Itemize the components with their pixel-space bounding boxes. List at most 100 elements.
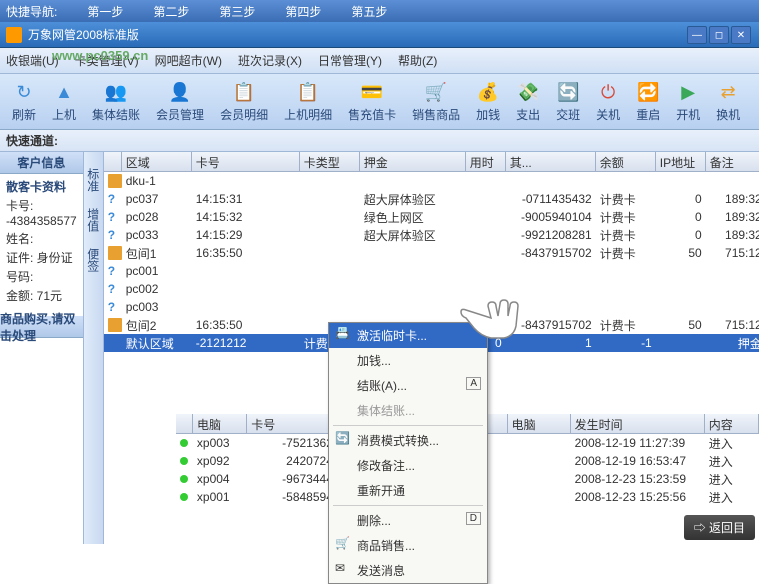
toolbar-icon: 📋 [232,80,256,104]
folder-icon [108,174,122,188]
grid-col-header[interactable]: 押金 [360,152,466,171]
menu-shift[interactable]: 班次记录(X) [238,52,302,69]
toolbar-刷新[interactable]: ↻刷新 [4,78,44,125]
status-dot-icon [180,439,188,447]
folder-icon [108,246,122,260]
close-button[interactable]: ✕ [731,26,751,44]
folder-icon [108,318,122,332]
quick-label: 快速通道: [6,132,58,149]
customer-info-header: 客户信息 [0,152,83,174]
bottom-col-header[interactable]: 卡号 [247,414,337,433]
menu-separator [333,425,483,426]
grid-col-header[interactable] [104,152,122,171]
menu-help[interactable]: 帮助(Z) [398,52,437,69]
menu-item[interactable]: ✉发送消息 [329,558,487,583]
menu-card[interactable]: 卡类管理(V) [75,52,139,69]
menu-item[interactable]: 🛒商品销售... [329,533,487,558]
nav-step-5[interactable]: 第五步 [351,3,387,20]
menu-daily[interactable]: 日常管理(Y) [318,52,382,69]
nav-step-1[interactable]: 第一步 [87,3,123,20]
menu-label: 结账(A)... [357,379,407,393]
toolbar-会员明细[interactable]: 📋 会员明细 [212,78,276,125]
menu-icon: ✉ [335,561,351,577]
grid-row[interactable]: dku-1 [104,172,759,190]
menu-label: 删除... [357,514,391,528]
card-field: 卡号: -4384358577 [6,197,77,228]
toolbar-支出[interactable]: 💸支出 [508,78,548,125]
toolbar-换机[interactable]: ⇄换机 [708,78,748,125]
toolbar-icon: 💰 [476,80,500,104]
toolbar-上机[interactable]: ▲ 上机 [44,78,84,125]
nav-step-3[interactable]: 第三步 [219,3,255,20]
quick-channel-bar: 快速通道: [0,130,759,152]
card-info-title: 散客卡资料 [6,178,77,195]
toolbar-会员管理[interactable]: 👤会员管理 [148,78,212,125]
menu-icon: 📇 [335,326,351,342]
menu-item[interactable]: 删除...D [329,508,487,533]
toolbar-label: 上机 [52,106,76,123]
grid-row[interactable]: ?pc001 [104,262,759,280]
grid-body[interactable]: dku-1?pc03714:15:31超大屏体验区-0711435432计费卡0… [104,172,759,334]
grid-header: 区域卡号卡类型押金用时其...余额IP地址备注 [104,152,759,172]
tab-note[interactable]: 便签 [83,240,104,280]
grid-col-header[interactable]: 备注 [706,152,759,171]
grid-col-header[interactable]: IP地址 [656,152,706,171]
context-menu[interactable]: 📇激活临时卡...加钱...结账(A)...A集体结账... 🔄消费模式转换...… [328,322,488,584]
toolbar-label: 重启 [636,106,660,123]
toolbar-label: 会员明细 [220,106,268,123]
toolbar-售充值卡[interactable]: 💳售充值卡 [340,78,404,125]
grid-col-header[interactable]: 其... [506,152,596,171]
grid-row[interactable]: 包间116:35:50-8437915702计费卡50715:12 [104,244,759,262]
bottom-col-header[interactable] [176,414,193,433]
menu-cashier[interactable]: 收银端(U) [6,52,59,69]
toolbar-上机明细[interactable]: 📋上机明细 [276,78,340,125]
toolbar-label: 售充值卡 [348,106,396,123]
grid-col-header[interactable]: 余额 [596,152,656,171]
bottom-col-header[interactable]: 电脑 [193,414,247,433]
menu-item[interactable]: 重新开通 [329,478,487,503]
grid-col-header[interactable]: 区域 [122,152,192,171]
grid-row[interactable]: ?pc03314:15:29超大屏体验区-9921208281计费卡0189:3… [104,226,759,244]
toolbar-关机[interactable]: ⏻关机 [588,78,628,125]
toolbar-交班[interactable]: 🔄交班 [548,78,588,125]
toolbar-icon: 📋 [296,80,320,104]
toolbar-label: 会员管理 [156,106,204,123]
grid-col-header[interactable]: 用时 [466,152,506,171]
grid-col-header[interactable]: 卡类型 [300,152,360,171]
nav-step-2[interactable]: 第二步 [153,3,189,20]
menu-item: 集体结账... [329,398,487,423]
bottom-col-header[interactable]: 发生时间 [571,414,705,433]
toolbar-集体结账[interactable]: 👥集体结账 [84,78,148,125]
toolbar-开机[interactable]: ▶开机 [668,78,708,125]
grid-row[interactable]: ?pc03714:15:31超大屏体验区-0711435432计费卡0189:3… [104,190,759,208]
grid-row[interactable]: ?pc002 [104,280,759,298]
tab-vas[interactable]: 增值 [83,200,104,240]
toolbar-加钱[interactable]: 💰 加钱 [468,78,508,125]
tab-standard[interactable]: 标准 [83,160,104,200]
toolbar-销售商品[interactable]: 🛒销售商品 [404,78,468,125]
maximize-button[interactable]: ◻ [709,26,729,44]
grid-row[interactable]: ?pc003 [104,298,759,316]
grid-col-header[interactable]: 卡号 [192,152,300,171]
bottom-col-header[interactable]: 内容 [705,414,759,433]
toolbar-icon: ▲ [52,80,76,104]
left-panel: 客户信息 散客卡资料 卡号: -4384358577姓名: 证件: 身份证号码:… [0,152,84,544]
toolbar-重启[interactable]: 🔁重启 [628,78,668,125]
status-dot-icon [180,493,188,501]
toolbar-icon: ⏻ [596,80,620,104]
bottom-col-header[interactable]: 电脑 [508,414,571,433]
menu-item[interactable]: 结账(A)...A [329,373,487,398]
menu-item[interactable]: 📇激活临时卡... [329,323,487,348]
return-button[interactable]: ⇨ 返回目 [684,515,755,540]
minimize-button[interactable]: — [687,26,707,44]
menu-mart[interactable]: 网吧超市(W) [155,52,222,69]
toolbar-icon: ▶ [676,80,700,104]
toolbar-label: 加钱 [476,106,500,123]
menu-item[interactable]: 修改备注... [329,453,487,478]
grid-row[interactable]: ?pc02814:15:32绿色上网区-9005940104计费卡0189:32 [104,208,759,226]
menu-bar: 收银端(U) 卡类管理(V) 网吧超市(W) 班次记录(X) 日常管理(Y) 帮… [0,48,759,74]
menu-item[interactable]: 🔄消费模式转换... [329,428,487,453]
card-field: 姓名: [6,230,77,247]
menu-item[interactable]: 加钱... [329,348,487,373]
nav-step-4[interactable]: 第四步 [285,3,321,20]
